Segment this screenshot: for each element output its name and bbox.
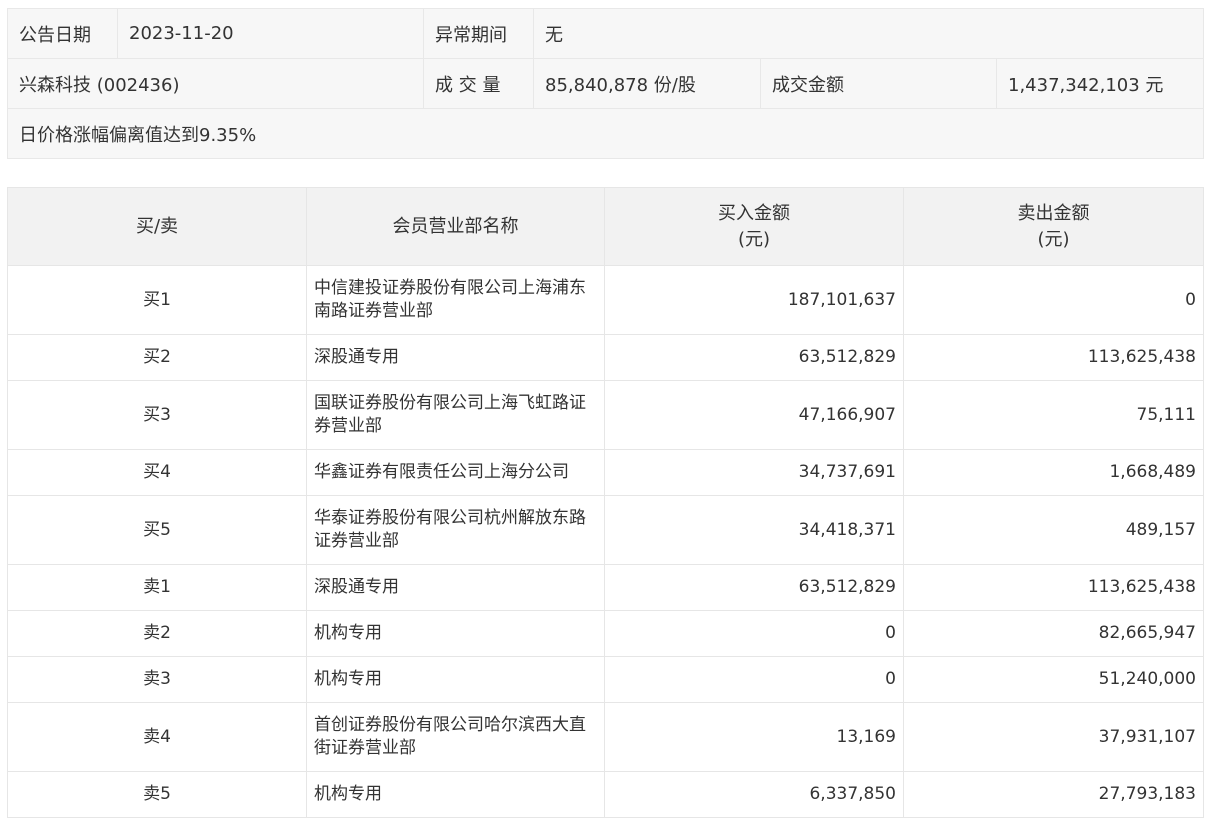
table-row: 买3 国联证券股份有限公司上海飞虹路证券营业部 47,166,907 75,11… [7,380,1204,450]
row-buy-amount: 34,737,691 [604,449,904,496]
page: 公告日期 2023-11-20 异常期间 无 兴森科技 (002436) 成 交… [7,8,1204,818]
info-row-date: 公告日期 2023-11-20 异常期间 无 [7,8,1204,59]
header-sell-amount: 卖出金额 (元) [903,187,1204,266]
table-header-row: 买/卖 会员营业部名称 买入金额 (元) 卖出金额 (元) [7,187,1204,266]
info-row-reason: 日价格涨幅偏离值达到9.35% [7,108,1204,159]
row-side: 买1 [7,265,307,335]
row-branch-name: 国联证券股份有限公司上海飞虹路证券营业部 [306,380,605,450]
row-buy-amount: 47,166,907 [604,380,904,450]
header-sell-amount-label: 卖出金额 [1017,202,1090,224]
row-sell-amount: 1,668,489 [903,449,1204,496]
row-branch-name: 机构专用 [306,771,605,818]
header-branch-name: 会员营业部名称 [306,187,605,266]
row-branch-name: 深股通专用 [306,564,605,611]
row-sell-amount: 75,111 [903,380,1204,450]
row-side: 卖3 [7,656,307,703]
row-buy-amount: 13,169 [604,702,904,772]
row-buy-amount: 0 [604,656,904,703]
table-row: 卖2 机构专用 0 82,665,947 [7,610,1204,657]
announce-date-label: 公告日期 [7,8,118,59]
row-sell-amount: 489,157 [903,495,1204,565]
abnormal-period-value: 无 [533,8,1204,59]
row-side: 买4 [7,449,307,496]
row-side: 卖4 [7,702,307,772]
row-buy-amount: 63,512,829 [604,564,904,611]
row-side: 买5 [7,495,307,565]
row-sell-amount: 113,625,438 [903,564,1204,611]
row-branch-name: 机构专用 [306,610,605,657]
row-sell-amount: 27,793,183 [903,771,1204,818]
header-side: 买/卖 [7,187,307,266]
info-row-volume: 兴森科技 (002436) 成 交 量 85,840,878 份/股 成交金额 … [7,58,1204,109]
row-side: 买2 [7,334,307,381]
header-buy-amount-label: 买入金额 [718,202,790,224]
table-row: 卖4 首创证券股份有限公司哈尔滨西大直街证券营业部 13,169 37,931,… [7,702,1204,772]
table-row: 卖3 机构专用 0 51,240,000 [7,656,1204,703]
table-row: 买4 华鑫证券有限责任公司上海分公司 34,737,691 1,668,489 [7,449,1204,496]
turnover-value: 1,437,342,103 元 [996,58,1204,109]
row-branch-name: 机构专用 [306,656,605,703]
row-sell-amount: 113,625,438 [903,334,1204,381]
row-branch-name: 中信建投证券股份有限公司上海浦东南路证券营业部 [306,265,605,335]
row-side: 卖2 [7,610,307,657]
volume-label: 成 交 量 [423,58,534,109]
volume-value: 85,840,878 份/股 [533,58,761,109]
row-side: 卖5 [7,771,307,818]
row-branch-name: 首创证券股份有限公司哈尔滨西大直街证券营业部 [306,702,605,772]
row-side: 卖1 [7,564,307,611]
row-branch-name: 华鑫证券有限责任公司上海分公司 [306,449,605,496]
row-buy-amount: 34,418,371 [604,495,904,565]
row-buy-amount: 0 [604,610,904,657]
stock-info-table: 公告日期 2023-11-20 异常期间 无 兴森科技 (002436) 成 交… [7,8,1204,159]
table-row: 买2 深股通专用 63,512,829 113,625,438 [7,334,1204,381]
trading-detail-table: 买/卖 会员营业部名称 买入金额 (元) 卖出金额 (元) 买1 中信建投证券股… [7,187,1204,818]
table-row: 买1 中信建投证券股份有限公司上海浦东南路证券营业部 187,101,637 0 [7,265,1204,335]
announce-date-value: 2023-11-20 [117,8,424,59]
row-buy-amount: 6,337,850 [604,771,904,818]
row-sell-amount: 82,665,947 [903,610,1204,657]
header-sell-amount-unit: (元) [1037,228,1070,250]
abnormal-period-label: 异常期间 [423,8,534,59]
row-sell-amount: 51,240,000 [903,656,1204,703]
table-row: 卖5 机构专用 6,337,850 27,793,183 [7,771,1204,818]
table-row: 卖1 深股通专用 63,512,829 113,625,438 [7,564,1204,611]
abnormal-reason: 日价格涨幅偏离值达到9.35% [7,108,1204,159]
header-buy-amount-unit: (元) [737,228,771,250]
header-buy-amount: 买入金额 (元) [604,187,904,266]
row-branch-name: 深股通专用 [306,334,605,381]
turnover-label: 成交金额 [760,58,997,109]
table-row: 买5 华泰证券股份有限公司杭州解放东路证券营业部 34,418,371 489,… [7,495,1204,565]
row-buy-amount: 63,512,829 [604,334,904,381]
row-sell-amount: 0 [903,265,1204,335]
row-side: 买3 [7,380,307,450]
row-branch-name: 华泰证券股份有限公司杭州解放东路证券营业部 [306,495,605,565]
stock-name: 兴森科技 (002436) [7,58,424,109]
row-sell-amount: 37,931,107 [903,702,1204,772]
row-buy-amount: 187,101,637 [604,265,904,335]
